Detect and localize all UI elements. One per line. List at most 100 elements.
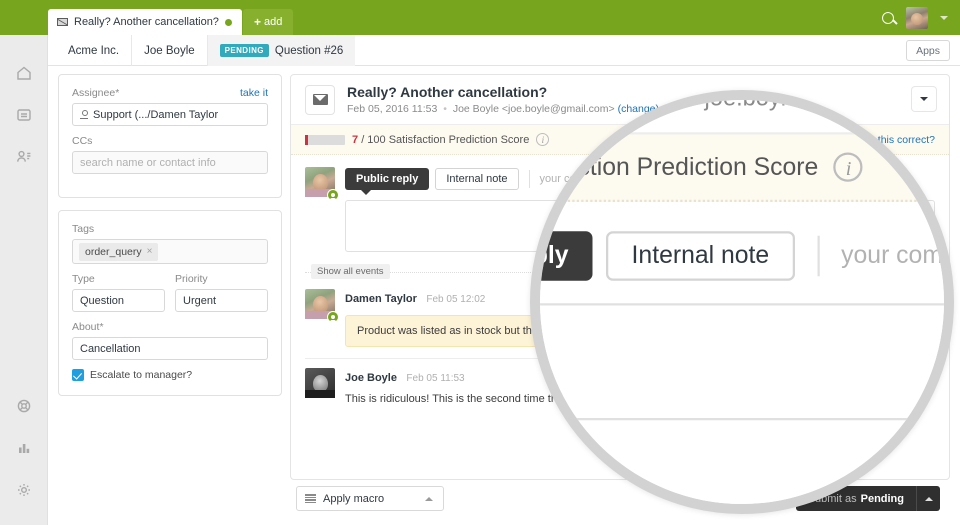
ccs-input[interactable]: search name or contact info [72, 151, 268, 174]
breadcrumb-item-org[interactable]: Acme Inc. [56, 35, 133, 66]
type-value: Question [80, 294, 125, 307]
avatar-shirt [305, 390, 335, 398]
person-icon [80, 110, 88, 119]
avatar[interactable] [906, 6, 928, 29]
type-select[interactable]: Question [72, 289, 165, 312]
type-group: Type Question [72, 273, 165, 321]
apply-macro-button[interactable]: Apply macro [296, 486, 444, 511]
top-bar-actions [882, 0, 948, 35]
ccs-placeholder: search name or contact info [80, 156, 216, 169]
mail-icon [57, 18, 68, 26]
ticket-date: Feb 05, 2016 11:53 [347, 103, 438, 116]
close-icon[interactable]: × [147, 246, 153, 257]
event-author: Damen Taylor [345, 293, 417, 305]
ccs-label: CCs [72, 135, 93, 147]
divider [528, 170, 530, 188]
page-title: Really? Another cancellation? [347, 83, 548, 100]
about-select[interactable]: Cancellation [72, 337, 268, 360]
sidebar-item-home[interactable] [0, 52, 48, 94]
sidebar-item-help[interactable] [0, 385, 48, 427]
magnified-satisfaction-bar: 7 / 100 Satisfaction Prediction Score i [540, 134, 944, 202]
sidebar-item-views[interactable] [0, 94, 48, 136]
assignee-field[interactable]: Support (.../Damen Taylor [72, 103, 268, 126]
add-tab-button[interactable]: + add [242, 9, 294, 35]
reporting-icon [19, 444, 30, 453]
event-timestamp: Feb 05 11:53 [406, 373, 465, 384]
home-icon [17, 66, 31, 80]
magnified-satisfaction-text: 7 / 100 Satisfaction Prediction Score [540, 154, 818, 181]
tab-strip: Really? Another cancellation? + add [48, 9, 294, 35]
magnified-comment-composer: Public reply Internal note your comment [540, 202, 944, 421]
take-it-link[interactable]: take it [240, 87, 268, 99]
show-all-events-button[interactable]: Show all events [311, 264, 390, 279]
priority-value: Urgent [183, 294, 217, 307]
assignee-value: Support (.../Damen Taylor [93, 108, 219, 121]
breadcrumb: Acme Inc. Joe Boyle PENDING Question #26 [56, 35, 356, 66]
magnifier-content: Really? Another cancellation? Feb 05 11:… [540, 100, 944, 504]
plus-icon: + [253, 15, 261, 29]
assignee-label-row: Assignee* take it [72, 87, 268, 103]
event-timestamp: Feb 05 12:02 [426, 294, 486, 305]
magnified-composer-body: Public reply Internal note your comment [540, 229, 944, 421]
apps-button[interactable]: Apps [906, 40, 950, 61]
assignee-label: Assignee* [72, 87, 120, 99]
magnified-comment-textarea[interactable] [540, 303, 944, 421]
customers-icon [17, 150, 31, 162]
type-priority-row: Type Question Priority Urgent [72, 273, 268, 321]
breadcrumb-bar: Acme Inc. Joe Boyle PENDING Question #26… [48, 35, 960, 66]
meta-separator: • [443, 103, 447, 116]
tab-status-dot [224, 18, 232, 26]
about-value: Cancellation [80, 342, 141, 355]
views-icon [17, 109, 31, 121]
avatar [305, 167, 339, 201]
chevron-down-icon[interactable] [940, 15, 948, 20]
avatar [305, 368, 335, 398]
breadcrumb-item-ticket[interactable]: PENDING Question #26 [207, 35, 356, 66]
apply-macro-label: Apply macro [323, 492, 385, 505]
envelope-icon [312, 94, 328, 105]
ticket-fields-card: Tags order_query × Type Question Priorit… [58, 210, 282, 396]
sidebar-item-settings[interactable] [0, 469, 48, 511]
help-icon [17, 399, 31, 413]
priority-select[interactable]: Urgent [175, 289, 268, 312]
escalate-label: Escalate to manager? [90, 369, 193, 381]
priority-label: Priority [175, 273, 208, 285]
priority-group: Priority Urgent [175, 273, 268, 321]
magnified-tab-public-reply[interactable]: Public reply [540, 231, 594, 281]
info-icon[interactable]: i [834, 152, 864, 182]
settings-icon [18, 484, 30, 496]
event-author: Joe Boyle [345, 372, 397, 384]
agent-badge-icon [327, 189, 339, 201]
magnified-tab-internal-note[interactable]: Internal note [606, 231, 794, 281]
breadcrumb-ticket-label: Question #26 [274, 44, 344, 57]
avatar [305, 289, 339, 323]
type-label: Type [72, 273, 95, 285]
sidebar-item-customers[interactable] [0, 136, 48, 178]
magnifier-lens: Really? Another cancellation? Feb 05 11:… [530, 90, 954, 514]
tab-ticket[interactable]: Really? Another cancellation? [48, 9, 242, 35]
assignee-card: Assignee* take it Support (.../Damen Tay… [58, 74, 282, 198]
magnified-composer-placeholder: your comment [841, 242, 944, 270]
left-nav-rail [0, 35, 48, 525]
breadcrumb-org-label: Acme Inc. [68, 44, 120, 57]
sidebar-item-reporting[interactable] [0, 427, 48, 469]
tab-internal-note[interactable]: Internal note [435, 168, 519, 190]
magnified-ticket-pane: Really? Another cancellation? Feb 05 11:… [540, 100, 944, 504]
add-tab-label: add [263, 16, 283, 28]
breadcrumb-item-user[interactable]: Joe Boyle [132, 35, 208, 66]
tag-chip[interactable]: order_query × [79, 242, 159, 261]
satisfaction-score: 7 [352, 133, 359, 146]
escalate-checkbox[interactable] [72, 369, 84, 381]
escalate-row[interactable]: Escalate to manager? [72, 369, 268, 381]
satisfaction-meter-fill [305, 134, 308, 145]
tags-label: Tags [72, 223, 95, 235]
rail-top-group [0, 52, 48, 178]
tags-input[interactable]: order_query × [72, 239, 268, 264]
satisfaction-text: 7 / 100 Satisfaction Prediction Score [352, 134, 529, 146]
ticket-properties-panel: Assignee* take it Support (.../Damen Tay… [58, 74, 282, 408]
search-icon[interactable] [882, 11, 894, 24]
status-badge: PENDING [219, 44, 269, 57]
tab-public-reply[interactable]: Public reply [345, 168, 430, 195]
envelope-tile [305, 84, 335, 115]
chevron-up-icon [425, 496, 433, 501]
